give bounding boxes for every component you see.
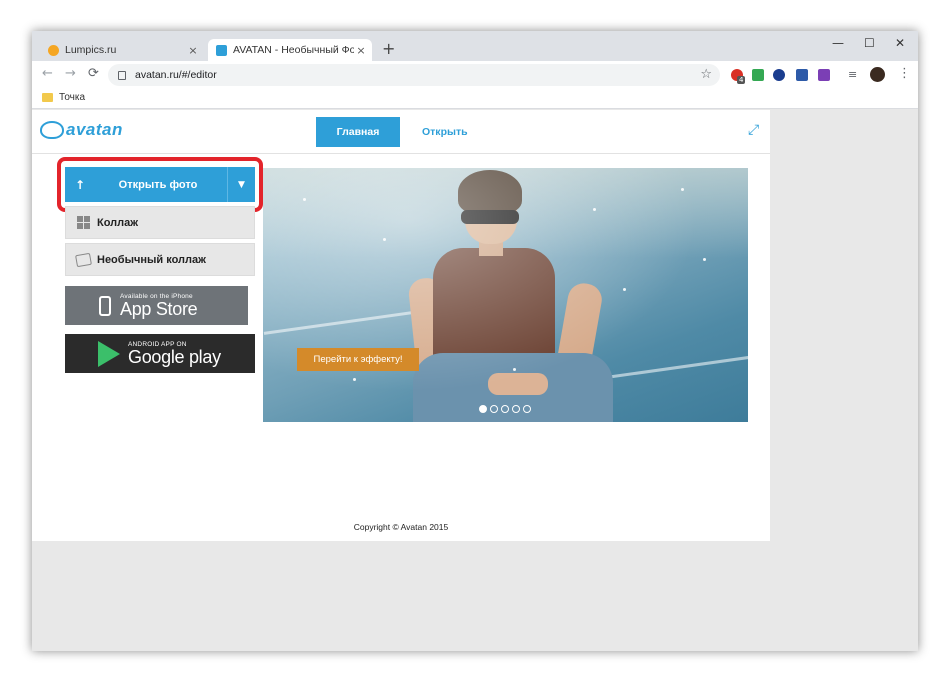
- tab-title: Lumpics.ru: [65, 44, 117, 56]
- nav-main-button[interactable]: Главная: [316, 117, 400, 147]
- close-window-button[interactable]: ✕: [895, 36, 905, 50]
- bookmark-tochka[interactable]: Точка: [42, 92, 85, 103]
- avatan-favicon-icon: [216, 44, 227, 56]
- slider-dot[interactable]: [501, 405, 509, 413]
- folder-icon: [42, 93, 53, 102]
- minimize-button[interactable]: —: [832, 36, 844, 50]
- copyright-text: Copyright © Avatan 2015: [353, 522, 449, 532]
- new-tab-button[interactable]: +: [382, 41, 395, 57]
- app-store-big: App Store: [120, 298, 198, 319]
- avatan-logo[interactable]: avatan: [40, 120, 123, 140]
- browser-toolbar: ← → ⟳ avatan.ru/#/editor ☆ 4 ≡ ⋮: [32, 61, 918, 89]
- logo-text: avatan: [66, 120, 123, 139]
- tab-avatan[interactable]: AVATAN - Необычный Фоторедактор ×: [208, 39, 372, 61]
- profile-avatar[interactable]: [870, 67, 885, 82]
- google-play-icon: [98, 340, 120, 367]
- whale-logo-icon: [40, 121, 64, 139]
- url-text: avatan.ru/#/editor: [135, 69, 217, 81]
- forward-button[interactable]: →: [65, 67, 76, 81]
- app-store-badge[interactable]: Available on the iPhone App Store: [65, 286, 248, 325]
- slider-dot[interactable]: [512, 405, 520, 413]
- slider-dot[interactable]: [490, 405, 498, 413]
- cards-icon: [74, 252, 92, 267]
- extension-purple-icon[interactable]: [818, 69, 830, 81]
- browser-window: Lumpics.ru × AVATAN - Необычный Фотореда…: [32, 31, 918, 651]
- extension-badge: 4: [737, 76, 746, 84]
- browser-menu-icon[interactable]: ⋮: [898, 66, 911, 81]
- upload-arrow-icon: ↑: [74, 177, 86, 192]
- google-play-big: Google play: [128, 346, 221, 367]
- lumpics-favicon-icon: [48, 44, 59, 56]
- slider-dots: [479, 405, 531, 413]
- unusual-collage-label: Необычный коллаж: [97, 253, 206, 266]
- fullscreen-expand-icon[interactable]: ⤢: [748, 122, 759, 138]
- extension-cube-icon[interactable]: [796, 69, 808, 81]
- bookmark-star-icon[interactable]: ☆: [700, 67, 712, 82]
- extension-globe-icon[interactable]: [773, 69, 785, 81]
- collage-label: Коллаж: [97, 216, 139, 229]
- tab-title: AVATAN - Необычный Фоторедактор: [233, 44, 354, 56]
- google-play-badge[interactable]: ANDROID APP ON Google play: [65, 334, 255, 373]
- nav-open-link[interactable]: Открыть: [422, 117, 468, 147]
- slider-dot[interactable]: [479, 405, 487, 413]
- unusual-collage-button[interactable]: Необычный коллаж: [65, 243, 255, 276]
- go-to-effect-button[interactable]: Перейти к эффекту!: [297, 348, 419, 371]
- reading-list-icon[interactable]: ≡: [848, 68, 857, 81]
- reload-button[interactable]: ⟳: [88, 67, 99, 81]
- web-page: avatan Главная Открыть ⤢ ↑ Открыть фото …: [32, 110, 770, 541]
- hero-slider[interactable]: Перейти к эффекту!: [263, 168, 748, 422]
- tab-close-icon[interactable]: ×: [354, 44, 368, 57]
- grid-icon: [75, 216, 91, 229]
- open-photo-dropdown-icon[interactable]: ▼: [227, 167, 255, 202]
- slider-dot[interactable]: [523, 405, 531, 413]
- tab-lumpics[interactable]: Lumpics.ru ×: [40, 39, 204, 61]
- address-bar[interactable]: avatan.ru/#/editor ☆: [108, 64, 720, 86]
- collage-button[interactable]: Коллаж: [65, 206, 255, 239]
- extension-check-icon[interactable]: [752, 69, 764, 81]
- maximize-button[interactable]: ☐: [864, 36, 875, 50]
- site-header: avatan Главная Открыть ⤢: [32, 110, 770, 154]
- tab-close-icon[interactable]: ×: [186, 44, 200, 57]
- open-photo-label: Открыть фото: [118, 178, 198, 191]
- lock-icon: [118, 70, 126, 80]
- tab-strip: Lumpics.ru × AVATAN - Необычный Фотореда…: [32, 31, 918, 61]
- iphone-icon: [99, 295, 111, 316]
- bookmarks-bar: Точка: [32, 89, 918, 109]
- open-photo-button[interactable]: ↑ Открыть фото ▼: [65, 167, 255, 202]
- bookmark-label: Точка: [59, 92, 86, 103]
- back-button[interactable]: ←: [42, 67, 53, 81]
